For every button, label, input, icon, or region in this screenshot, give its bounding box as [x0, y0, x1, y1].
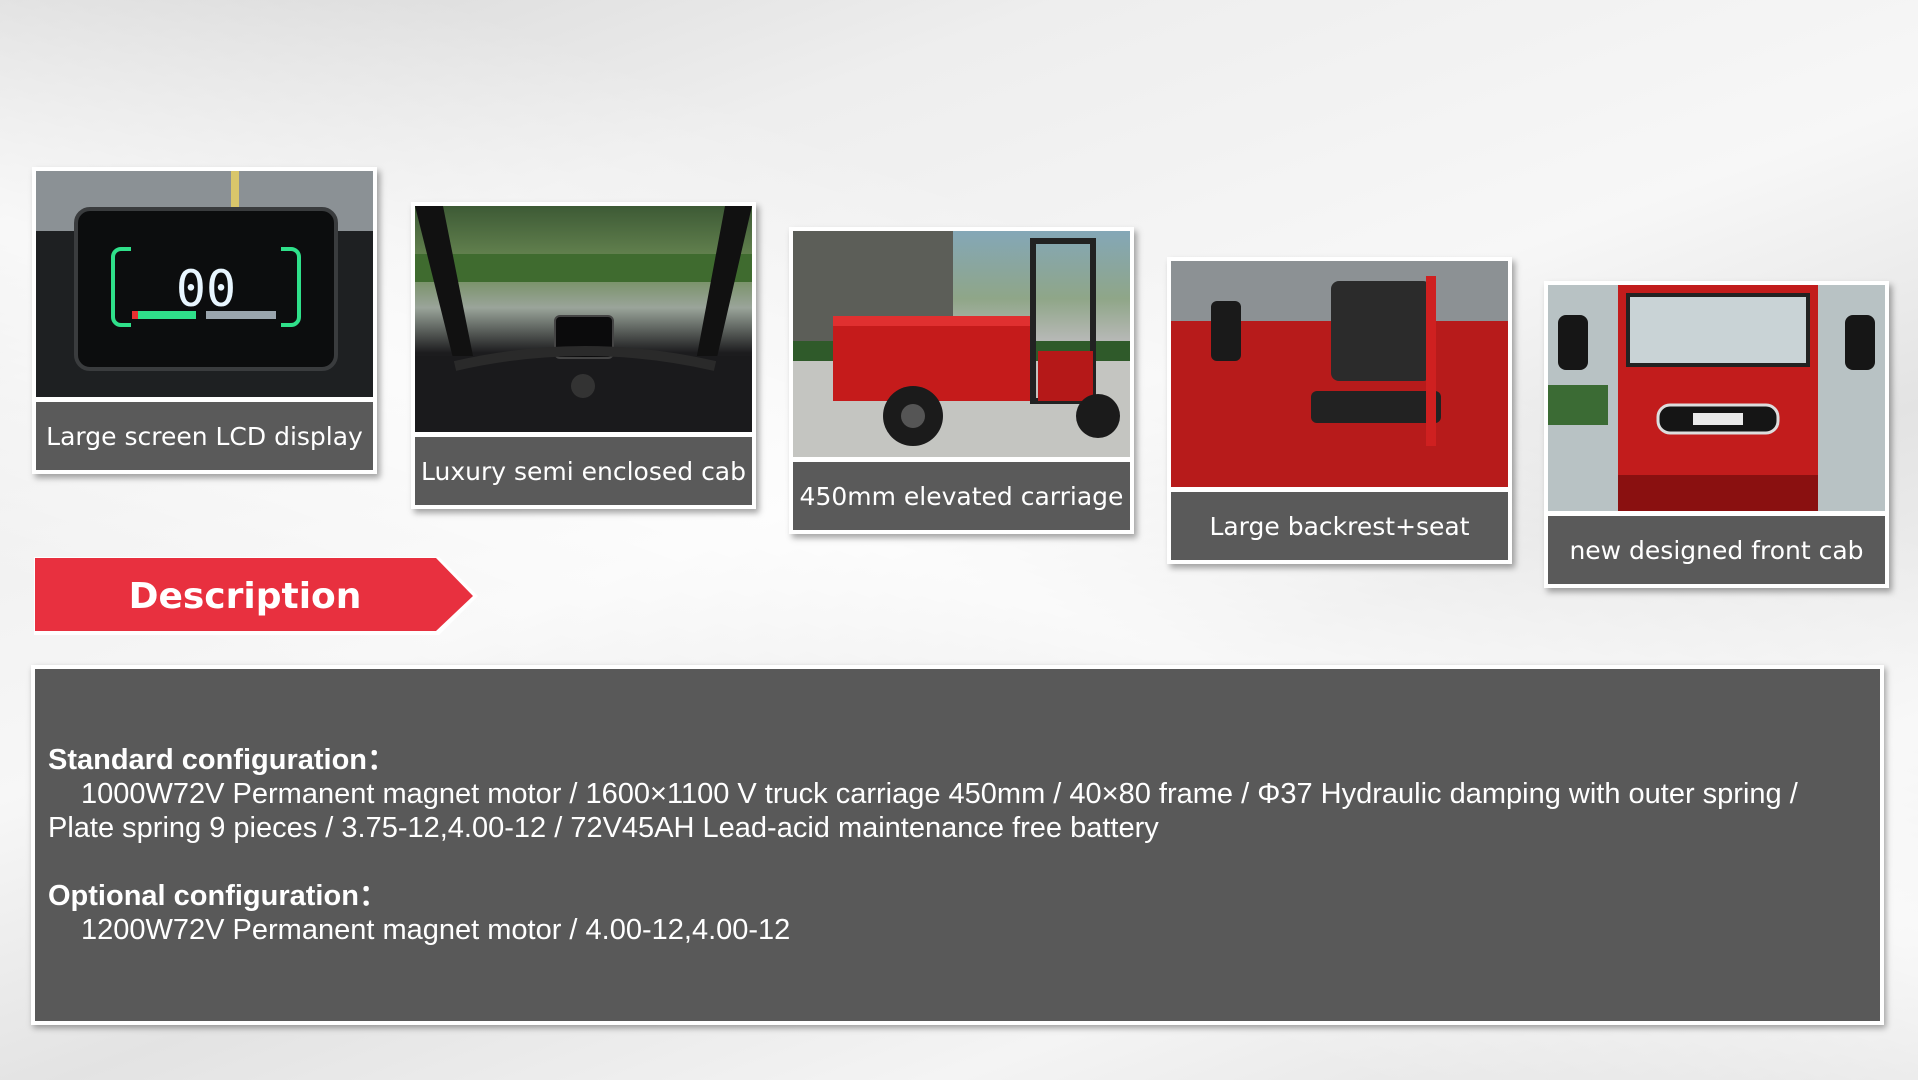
- feature-card-cab: Luxury semi enclosed cab: [411, 202, 756, 509]
- description-tag: Description: [32, 555, 480, 637]
- lcd-display-photo: 00: [36, 171, 373, 397]
- cab-illustration: [415, 206, 752, 432]
- lcd-readout: 00: [176, 260, 236, 318]
- front-cab-photo: [1548, 285, 1885, 511]
- optional-config-text: 1200W72V Permanent magnet motor / 4.00-1…: [81, 914, 791, 946]
- standard-config-text: 1000W72V Permanent magnet motor / 1600×1…: [48, 778, 1798, 844]
- caption-front-cab: new designed front cab: [1548, 516, 1885, 584]
- seat-photo: [1171, 261, 1508, 487]
- caption-lcd: Large screen LCD display: [36, 402, 373, 470]
- cab-interior-photo: [415, 206, 752, 432]
- description-panel: Standard configuration： 1000W72V Permane…: [31, 665, 1884, 1025]
- seat-illustration: [1171, 261, 1508, 487]
- standard-config-title: Standard configuration：: [48, 744, 397, 776]
- lcd-illustration: 00: [36, 171, 373, 397]
- caption-cab: Luxury semi enclosed cab: [415, 437, 752, 505]
- optional-config-title: Optional configuration：: [48, 880, 388, 912]
- front-cab-illustration: [1548, 285, 1885, 511]
- feature-card-lcd: 00 Large screen LCD display: [32, 167, 377, 474]
- caption-carriage: 450mm elevated carriage: [793, 462, 1130, 530]
- carriage-illustration: [793, 231, 1130, 457]
- caption-seat: Large backrest+seat: [1171, 492, 1508, 560]
- description-heading: Description: [129, 576, 362, 617]
- feature-card-carriage: 450mm elevated carriage: [789, 227, 1134, 534]
- feature-card-seat: Large backrest+seat: [1167, 257, 1512, 564]
- feature-card-front-cab: new designed front cab: [1544, 281, 1889, 588]
- carriage-side-photo: [793, 231, 1130, 457]
